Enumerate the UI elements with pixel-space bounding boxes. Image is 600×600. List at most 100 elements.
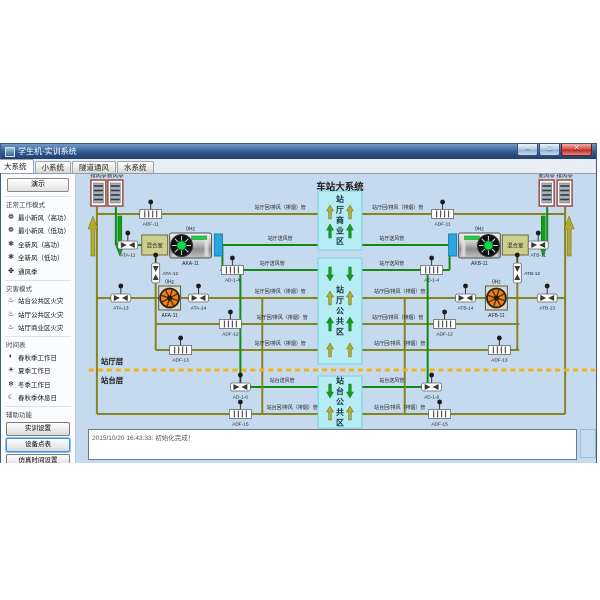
damper-status-dot [536,231,541,236]
sidebar-item[interactable]: ❃全新风（低功） [5,251,71,265]
sidebar-item-label: 春秋季工作日 [18,352,57,362]
sidebar-item-label: 最小新风（低功） [18,225,70,235]
app-window: 学生机-实训系统 – □ ✕ 大系统 小系统 隧道通风 水系统 演示 正常工作模… [0,143,597,463]
sidebar-item[interactable]: ♨站台公共区火灾 [5,294,71,308]
svg-text:区: 区 [336,418,344,427]
sidebar-item-label: 通风季 [18,266,38,276]
log-scrollbar[interactable] [580,429,596,458]
damper-status-dot [429,373,434,378]
fire-mode-icon: ♨ [7,296,15,304]
sidebar-item[interactable]: ☾春秋季休息日 [5,391,71,405]
duct-connector [214,234,222,256]
sidebar-item[interactable]: ❄冬季工作日 [5,377,71,391]
damper-status-dot [497,336,502,341]
window-controls: – □ ✕ [517,144,592,156]
fan-label: AKA-11 [182,261,199,267]
fan-label: AFA-11 [162,313,178,319]
fan-label: AKB-11 [471,261,488,267]
svg-text:公: 公 [336,397,344,406]
duct-label: 站厅回/排风（排烟）管 [255,204,306,211]
sidebar-item[interactable]: ✤通风季 [5,264,71,278]
app-icon [5,147,15,157]
tower-label: 排风亭 [556,174,573,180]
damper-status-dot [238,373,243,378]
floor-label: 站厅层 [101,356,124,366]
fan-frequency: 0Hz [492,279,501,285]
sidebar-item[interactable]: ☀夏季工作日 [5,364,71,378]
training-settings-button[interactable]: 实训设置 [6,422,70,436]
floor-label: 站台层 [101,375,124,385]
svg-text:区: 区 [336,237,344,246]
demo-button[interactable]: 演示 [7,178,69,192]
damper-status-dot [230,256,235,261]
sidebar-item[interactable]: ❃全新风（高功） [5,237,71,251]
diagram-title: 车站大系统 [316,181,364,193]
damper-label: AD-1-6 [233,394,248,400]
duct-label: 站厅送风管 [379,260,404,267]
damper-label: ATB-13 [539,305,555,311]
mixing-chamber: 混合室 [502,235,528,255]
damper-status-dot [153,253,158,258]
svg-text:混合室: 混合室 [147,241,164,249]
tab-water-system[interactable]: 水系统 [117,161,154,173]
tabbar: 大系统 小系统 隧道通风 水系统 [1,159,596,174]
damper-label: ATB-12 [524,271,540,277]
duct-label: 站厅回/排风（排烟）管 [255,340,306,347]
damper-status-dot [228,310,233,315]
sim-time-settings-button[interactable]: 仿真时间设置 [6,454,70,463]
svg-text:站: 站 [336,194,344,204]
fire-mode-icon: ♨ [7,310,15,318]
damper-label: ADF-11 [435,221,451,227]
damper-status-dot [515,253,520,258]
sidebar-item[interactable]: ◐春秋季工作日 [5,350,71,364]
svg-text:厅: 厅 [336,205,344,214]
schedule-icon: ❄ [7,380,15,388]
damper-status-dot [178,336,183,341]
fan-frequency: 0Hz [186,226,195,232]
sidebar-section-header: 时间表 [5,336,71,350]
damper-status-dot [442,310,447,315]
fresh-air-tower-right: 新风亭 [538,174,555,206]
mixing-chamber: 混合室 [142,235,168,255]
sidebar-item-label: 站厅公共区火灾 [18,309,64,319]
fan-mode-icon: ❁ [7,226,15,234]
sidebar-item[interactable]: ♨站厅商业区火灾 [5,321,71,335]
device-point-table-button[interactable]: 设备点表 [6,438,70,452]
damper-label: ADF-12 [436,331,453,337]
titlebar[interactable]: 学生机-实训系统 – □ ✕ [1,144,596,159]
sidebar-item[interactable]: ❁最小新风（低功） [5,224,71,238]
maximize-button[interactable]: □ [539,144,560,156]
content: 演示 正常工作模式❁最小新风（高功）❁最小新风（低功）❃全新风（高功）❃全新风（… [1,174,596,463]
damper-label: ATA-14 [191,305,207,311]
svg-text:混合室: 混合室 [507,241,524,249]
sidebar: 演示 正常工作模式❁最小新风（高功）❁最小新风（低功）❃全新风（高功）❃全新风（… [1,174,76,463]
tab-small-system[interactable]: 小系统 [35,161,72,173]
damper-label: AD-1-4 [424,277,439,283]
sidebar-item-label: 全新风（高功） [18,239,64,249]
damper-label: ATA-12 [163,271,179,277]
damper-status-dot [196,284,201,289]
zone-站厅商业区: 站厅商业区 [318,191,362,250]
damper-status-dot [545,284,550,289]
fan-mode-icon: ❃ [7,240,15,248]
fan-mode-icon: ❃ [7,253,15,261]
fan-label: AFB-11 [488,313,505,319]
tab-big-system[interactable]: 大系统 [0,159,34,173]
sidebar-item[interactable]: ❁最小新风（高功） [5,210,71,224]
duct-label: 站台回/排风（排烟）管 [267,404,318,411]
sidebar-section-header: 正常工作模式 [5,196,71,210]
damper-label: AD-1-4 [225,277,240,283]
damper-label: ATA-11 [120,252,135,258]
close-button[interactable]: ✕ [561,144,592,156]
schedule-icon: ☾ [7,393,15,401]
duct-label: 站厅回/排风（排烟）管 [374,340,425,347]
damper-label: ADF-11 [143,221,159,227]
season-mode-icon: ✤ [7,267,15,275]
fire-mode-icon: ♨ [7,323,15,331]
tab-tunnel-ventilation[interactable]: 隧道通风 [72,161,116,173]
svg-text:站: 站 [336,375,344,385]
tower-label: 新风亭 [107,174,124,180]
minimize-button[interactable]: – [517,144,538,156]
sidebar-item[interactable]: ♨站厅公共区火灾 [5,307,71,321]
sidebar-item-label: 全新风（低功） [18,252,64,262]
